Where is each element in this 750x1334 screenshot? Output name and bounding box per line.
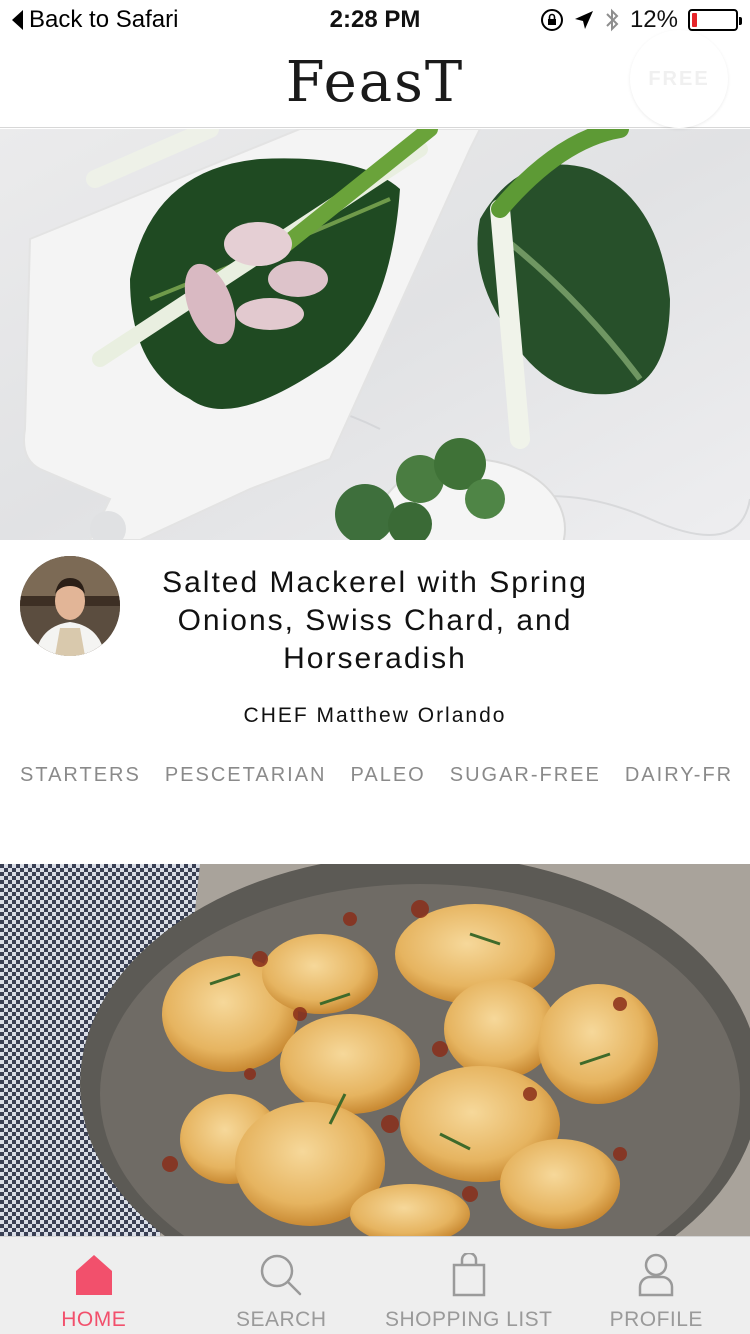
tab-bar: HOME SEARCH SHOPPING LIST PROFILE xyxy=(0,1236,750,1334)
profile-icon xyxy=(639,1253,674,1297)
recipe-card[interactable]: Salted Mackerel with Spring Onions, Swis… xyxy=(0,540,750,864)
mackerel-dish-illustration xyxy=(0,129,750,540)
search-icon xyxy=(261,1254,302,1296)
tag-pescetarian[interactable]: PESCETARIAN xyxy=(165,764,327,787)
battery-level-fill xyxy=(692,13,698,27)
tab-shopping-list[interactable]: SHOPPING LIST xyxy=(375,1237,563,1334)
tab-search-label: SEARCH xyxy=(235,1308,327,1331)
chef-name[interactable]: CHEF Matthew Orlando xyxy=(0,704,750,728)
battery-icon xyxy=(688,9,742,31)
home-icon xyxy=(75,1255,112,1295)
status-bar: Back to Safari 2:28 PM 12% xyxy=(0,0,750,40)
tag-starters[interactable]: STARTERS xyxy=(20,764,141,787)
tab-home[interactable]: HOME xyxy=(0,1237,188,1334)
tag-paleo[interactable]: PALEO xyxy=(351,764,426,787)
potatoes-dish-illustration xyxy=(0,864,750,1236)
tab-shopping-list-label: SHOPPING LIST xyxy=(384,1308,553,1331)
tag-dairy-free[interactable]: DAIRY-FR xyxy=(625,764,733,787)
chef-portrait-illustration xyxy=(20,556,120,656)
location-arrow-icon xyxy=(574,11,593,29)
free-badge: FREE xyxy=(630,30,728,128)
recipe-title[interactable]: Salted Mackerel with Spring Onions, Swis… xyxy=(130,564,620,678)
recipe-tags: STARTERS PESCETARIAN PALEO SUGAR-FREE DA… xyxy=(20,764,733,787)
status-indicators: 12% xyxy=(540,6,742,34)
tab-search[interactable]: SEARCH xyxy=(188,1237,376,1334)
bluetooth-icon xyxy=(606,8,619,32)
orientation-lock-icon xyxy=(540,9,563,31)
recipe-image-potatoes[interactable] xyxy=(0,864,750,1236)
chef-avatar[interactable] xyxy=(20,556,120,656)
tab-profile[interactable]: PROFILE xyxy=(563,1237,750,1334)
tab-home-label: HOME xyxy=(61,1308,127,1331)
shopping-bag-icon xyxy=(452,1253,485,1297)
tag-sugar-free[interactable]: SUGAR-FREE xyxy=(450,764,601,787)
recipe-hero-image[interactable] xyxy=(0,129,750,540)
tab-profile-label: PROFILE xyxy=(609,1308,703,1331)
